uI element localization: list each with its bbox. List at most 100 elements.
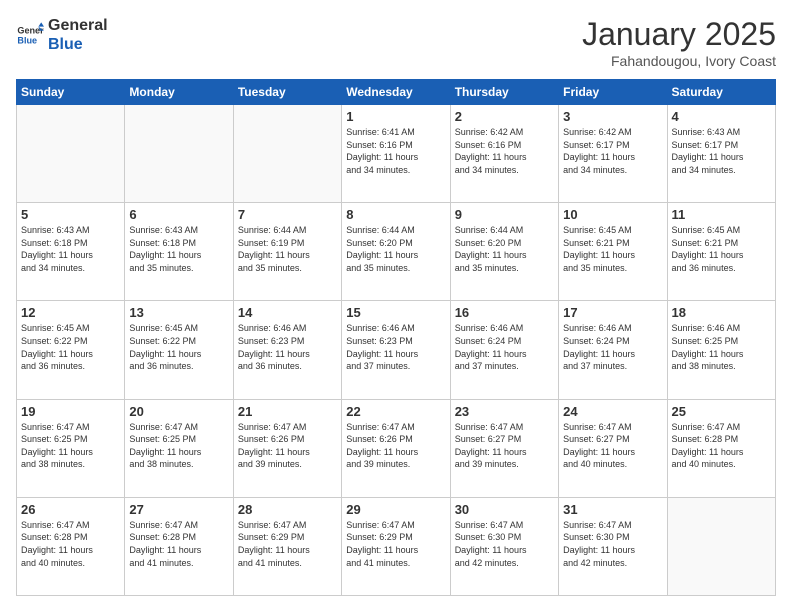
calendar-header-sunday: Sunday [17, 80, 125, 105]
day-info: Sunrise: 6:47 AM Sunset: 6:25 PM Dayligh… [129, 421, 228, 471]
day-number: 14 [238, 305, 337, 320]
calendar-cell: 27 Sunrise: 6:47 AM Sunset: 6:28 PM Dayli… [125, 497, 233, 595]
month-title: January 2025 [582, 16, 776, 53]
day-info: Sunrise: 6:45 AM Sunset: 6:22 PM Dayligh… [129, 322, 228, 372]
day-info: Sunrise: 6:42 AM Sunset: 6:16 PM Dayligh… [455, 126, 554, 176]
calendar-cell: 18Sunrise: 6:46 AM Sunset: 6:25 PM Dayli… [667, 301, 775, 399]
calendar-cell: 3 Sunrise: 6:42 AM Sunset: 6:17 PM Daylig… [559, 105, 667, 203]
calendar-cell: 9 Sunrise: 6:44 AM Sunset: 6:20 PM Daylig… [450, 203, 558, 301]
day-number: 30 [455, 502, 554, 517]
day-number: 16 [455, 305, 554, 320]
day-info: Sunrise: 6:47 AM Sunset: 6:27 PM Dayligh… [563, 421, 662, 471]
calendar-cell: 7Sunrise: 6:44 AM Sunset: 6:19 PM Daylig… [233, 203, 341, 301]
day-info: Sunrise: 6:47 AM Sunset: 6:29 PM Dayligh… [238, 519, 337, 569]
day-info: Sunrise: 6:46 AM Sunset: 6:23 PM Dayligh… [238, 322, 337, 372]
day-info: Sunrise: 6:45 AM Sunset: 6:22 PM Dayligh… [21, 322, 120, 372]
calendar-week-row: 5 Sunrise: 6:43 AM Sunset: 6:18 PM Daylig… [17, 203, 776, 301]
day-number: 24 [563, 404, 662, 419]
day-info: Sunrise: 6:47 AM Sunset: 6:26 PM Dayligh… [238, 421, 337, 471]
day-number: 27 [129, 502, 228, 517]
calendar-cell: 11Sunrise: 6:45 AM Sunset: 6:21 PM Dayli… [667, 203, 775, 301]
day-info: Sunrise: 6:42 AM Sunset: 6:17 PM Dayligh… [563, 126, 662, 176]
day-number: 23 [455, 404, 554, 419]
svg-text:Blue: Blue [17, 36, 37, 46]
day-info: Sunrise: 6:44 AM Sunset: 6:19 PM Dayligh… [238, 224, 337, 274]
calendar-header-thursday: Thursday [450, 80, 558, 105]
calendar-cell: 21 Sunrise: 6:47 AM Sunset: 6:26 PM Dayli… [233, 399, 341, 497]
day-number: 1 [346, 109, 445, 124]
calendar-header-monday: Monday [125, 80, 233, 105]
day-info: Sunrise: 6:47 AM Sunset: 6:29 PM Dayligh… [346, 519, 445, 569]
day-info: Sunrise: 6:46 AM Sunset: 6:23 PM Dayligh… [346, 322, 445, 372]
calendar-cell: 5 Sunrise: 6:43 AM Sunset: 6:18 PM Daylig… [17, 203, 125, 301]
day-info: Sunrise: 6:45 AM Sunset: 6:21 PM Dayligh… [563, 224, 662, 274]
day-number: 21 [238, 404, 337, 419]
calendar-cell: 25 Sunrise: 6:47 AM Sunset: 6:28 PM Dayli… [667, 399, 775, 497]
calendar-cell [17, 105, 125, 203]
day-number: 9 [455, 207, 554, 222]
calendar-cell: 8Sunrise: 6:44 AM Sunset: 6:20 PM Daylig… [342, 203, 450, 301]
day-info: Sunrise: 6:47 AM Sunset: 6:26 PM Dayligh… [346, 421, 445, 471]
calendar-cell: 23 Sunrise: 6:47 AM Sunset: 6:27 PM Dayli… [450, 399, 558, 497]
calendar-header-row: SundayMondayTuesdayWednesdayThursdayFrid… [17, 80, 776, 105]
calendar-cell [125, 105, 233, 203]
page: General Blue General Blue January 2025 F… [0, 0, 792, 612]
calendar-cell: 13 Sunrise: 6:45 AM Sunset: 6:22 PM Dayli… [125, 301, 233, 399]
day-info: Sunrise: 6:45 AM Sunset: 6:21 PM Dayligh… [672, 224, 771, 274]
calendar-cell: 12Sunrise: 6:45 AM Sunset: 6:22 PM Dayli… [17, 301, 125, 399]
calendar-week-row: 26 Sunrise: 6:47 AM Sunset: 6:28 PM Dayli… [17, 497, 776, 595]
logo-blue: Blue [48, 35, 108, 54]
calendar-cell: 2 Sunrise: 6:42 AM Sunset: 6:16 PM Daylig… [450, 105, 558, 203]
day-info: Sunrise: 6:46 AM Sunset: 6:24 PM Dayligh… [563, 322, 662, 372]
day-info: Sunrise: 6:43 AM Sunset: 6:18 PM Dayligh… [129, 224, 228, 274]
calendar-cell: 10Sunrise: 6:45 AM Sunset: 6:21 PM Dayli… [559, 203, 667, 301]
location: Fahandougou, Ivory Coast [582, 53, 776, 69]
day-number: 2 [455, 109, 554, 124]
logo-general: General [48, 16, 108, 35]
calendar-week-row: 1 Sunrise: 6:41 AM Sunset: 6:16 PM Daylig… [17, 105, 776, 203]
day-number: 3 [563, 109, 662, 124]
day-number: 17 [563, 305, 662, 320]
day-info: Sunrise: 6:47 AM Sunset: 6:25 PM Dayligh… [21, 421, 120, 471]
calendar-header-friday: Friday [559, 80, 667, 105]
day-info: Sunrise: 6:47 AM Sunset: 6:28 PM Dayligh… [129, 519, 228, 569]
day-number: 8 [346, 207, 445, 222]
calendar-cell: 17 Sunrise: 6:46 AM Sunset: 6:24 PM Dayli… [559, 301, 667, 399]
calendar-week-row: 12Sunrise: 6:45 AM Sunset: 6:22 PM Dayli… [17, 301, 776, 399]
calendar-header-saturday: Saturday [667, 80, 775, 105]
calendar-cell [667, 497, 775, 595]
calendar-cell: 28Sunrise: 6:47 AM Sunset: 6:29 PM Dayli… [233, 497, 341, 595]
day-info: Sunrise: 6:43 AM Sunset: 6:17 PM Dayligh… [672, 126, 771, 176]
calendar-header-tuesday: Tuesday [233, 80, 341, 105]
day-info: Sunrise: 6:47 AM Sunset: 6:28 PM Dayligh… [672, 421, 771, 471]
calendar-cell: 22 Sunrise: 6:47 AM Sunset: 6:26 PM Dayli… [342, 399, 450, 497]
day-number: 26 [21, 502, 120, 517]
calendar-cell: 1 Sunrise: 6:41 AM Sunset: 6:16 PM Daylig… [342, 105, 450, 203]
title-block: January 2025 Fahandougou, Ivory Coast [582, 16, 776, 69]
day-info: Sunrise: 6:46 AM Sunset: 6:25 PM Dayligh… [672, 322, 771, 372]
calendar-cell: 4Sunrise: 6:43 AM Sunset: 6:17 PM Daylig… [667, 105, 775, 203]
calendar-cell: 31Sunrise: 6:47 AM Sunset: 6:30 PM Dayli… [559, 497, 667, 595]
logo-icon: General Blue [16, 21, 44, 49]
day-info: Sunrise: 6:47 AM Sunset: 6:30 PM Dayligh… [563, 519, 662, 569]
day-info: Sunrise: 6:47 AM Sunset: 6:28 PM Dayligh… [21, 519, 120, 569]
day-number: 5 [21, 207, 120, 222]
calendar-cell: 29Sunrise: 6:47 AM Sunset: 6:29 PM Dayli… [342, 497, 450, 595]
day-number: 19 [21, 404, 120, 419]
calendar-header-wednesday: Wednesday [342, 80, 450, 105]
calendar-cell: 30Sunrise: 6:47 AM Sunset: 6:30 PM Dayli… [450, 497, 558, 595]
day-info: Sunrise: 6:47 AM Sunset: 6:27 PM Dayligh… [455, 421, 554, 471]
calendar-cell [233, 105, 341, 203]
day-number: 25 [672, 404, 771, 419]
day-number: 22 [346, 404, 445, 419]
day-info: Sunrise: 6:44 AM Sunset: 6:20 PM Dayligh… [455, 224, 554, 274]
calendar-cell: 24 Sunrise: 6:47 AM Sunset: 6:27 PM Dayli… [559, 399, 667, 497]
calendar-cell: 19 Sunrise: 6:47 AM Sunset: 6:25 PM Dayli… [17, 399, 125, 497]
day-info: Sunrise: 6:41 AM Sunset: 6:16 PM Dayligh… [346, 126, 445, 176]
day-number: 15 [346, 305, 445, 320]
calendar-cell: 16Sunrise: 6:46 AM Sunset: 6:24 PM Dayli… [450, 301, 558, 399]
header: General Blue General Blue January 2025 F… [16, 16, 776, 69]
day-number: 6 [129, 207, 228, 222]
day-info: Sunrise: 6:43 AM Sunset: 6:18 PM Dayligh… [21, 224, 120, 274]
day-number: 13 [129, 305, 228, 320]
